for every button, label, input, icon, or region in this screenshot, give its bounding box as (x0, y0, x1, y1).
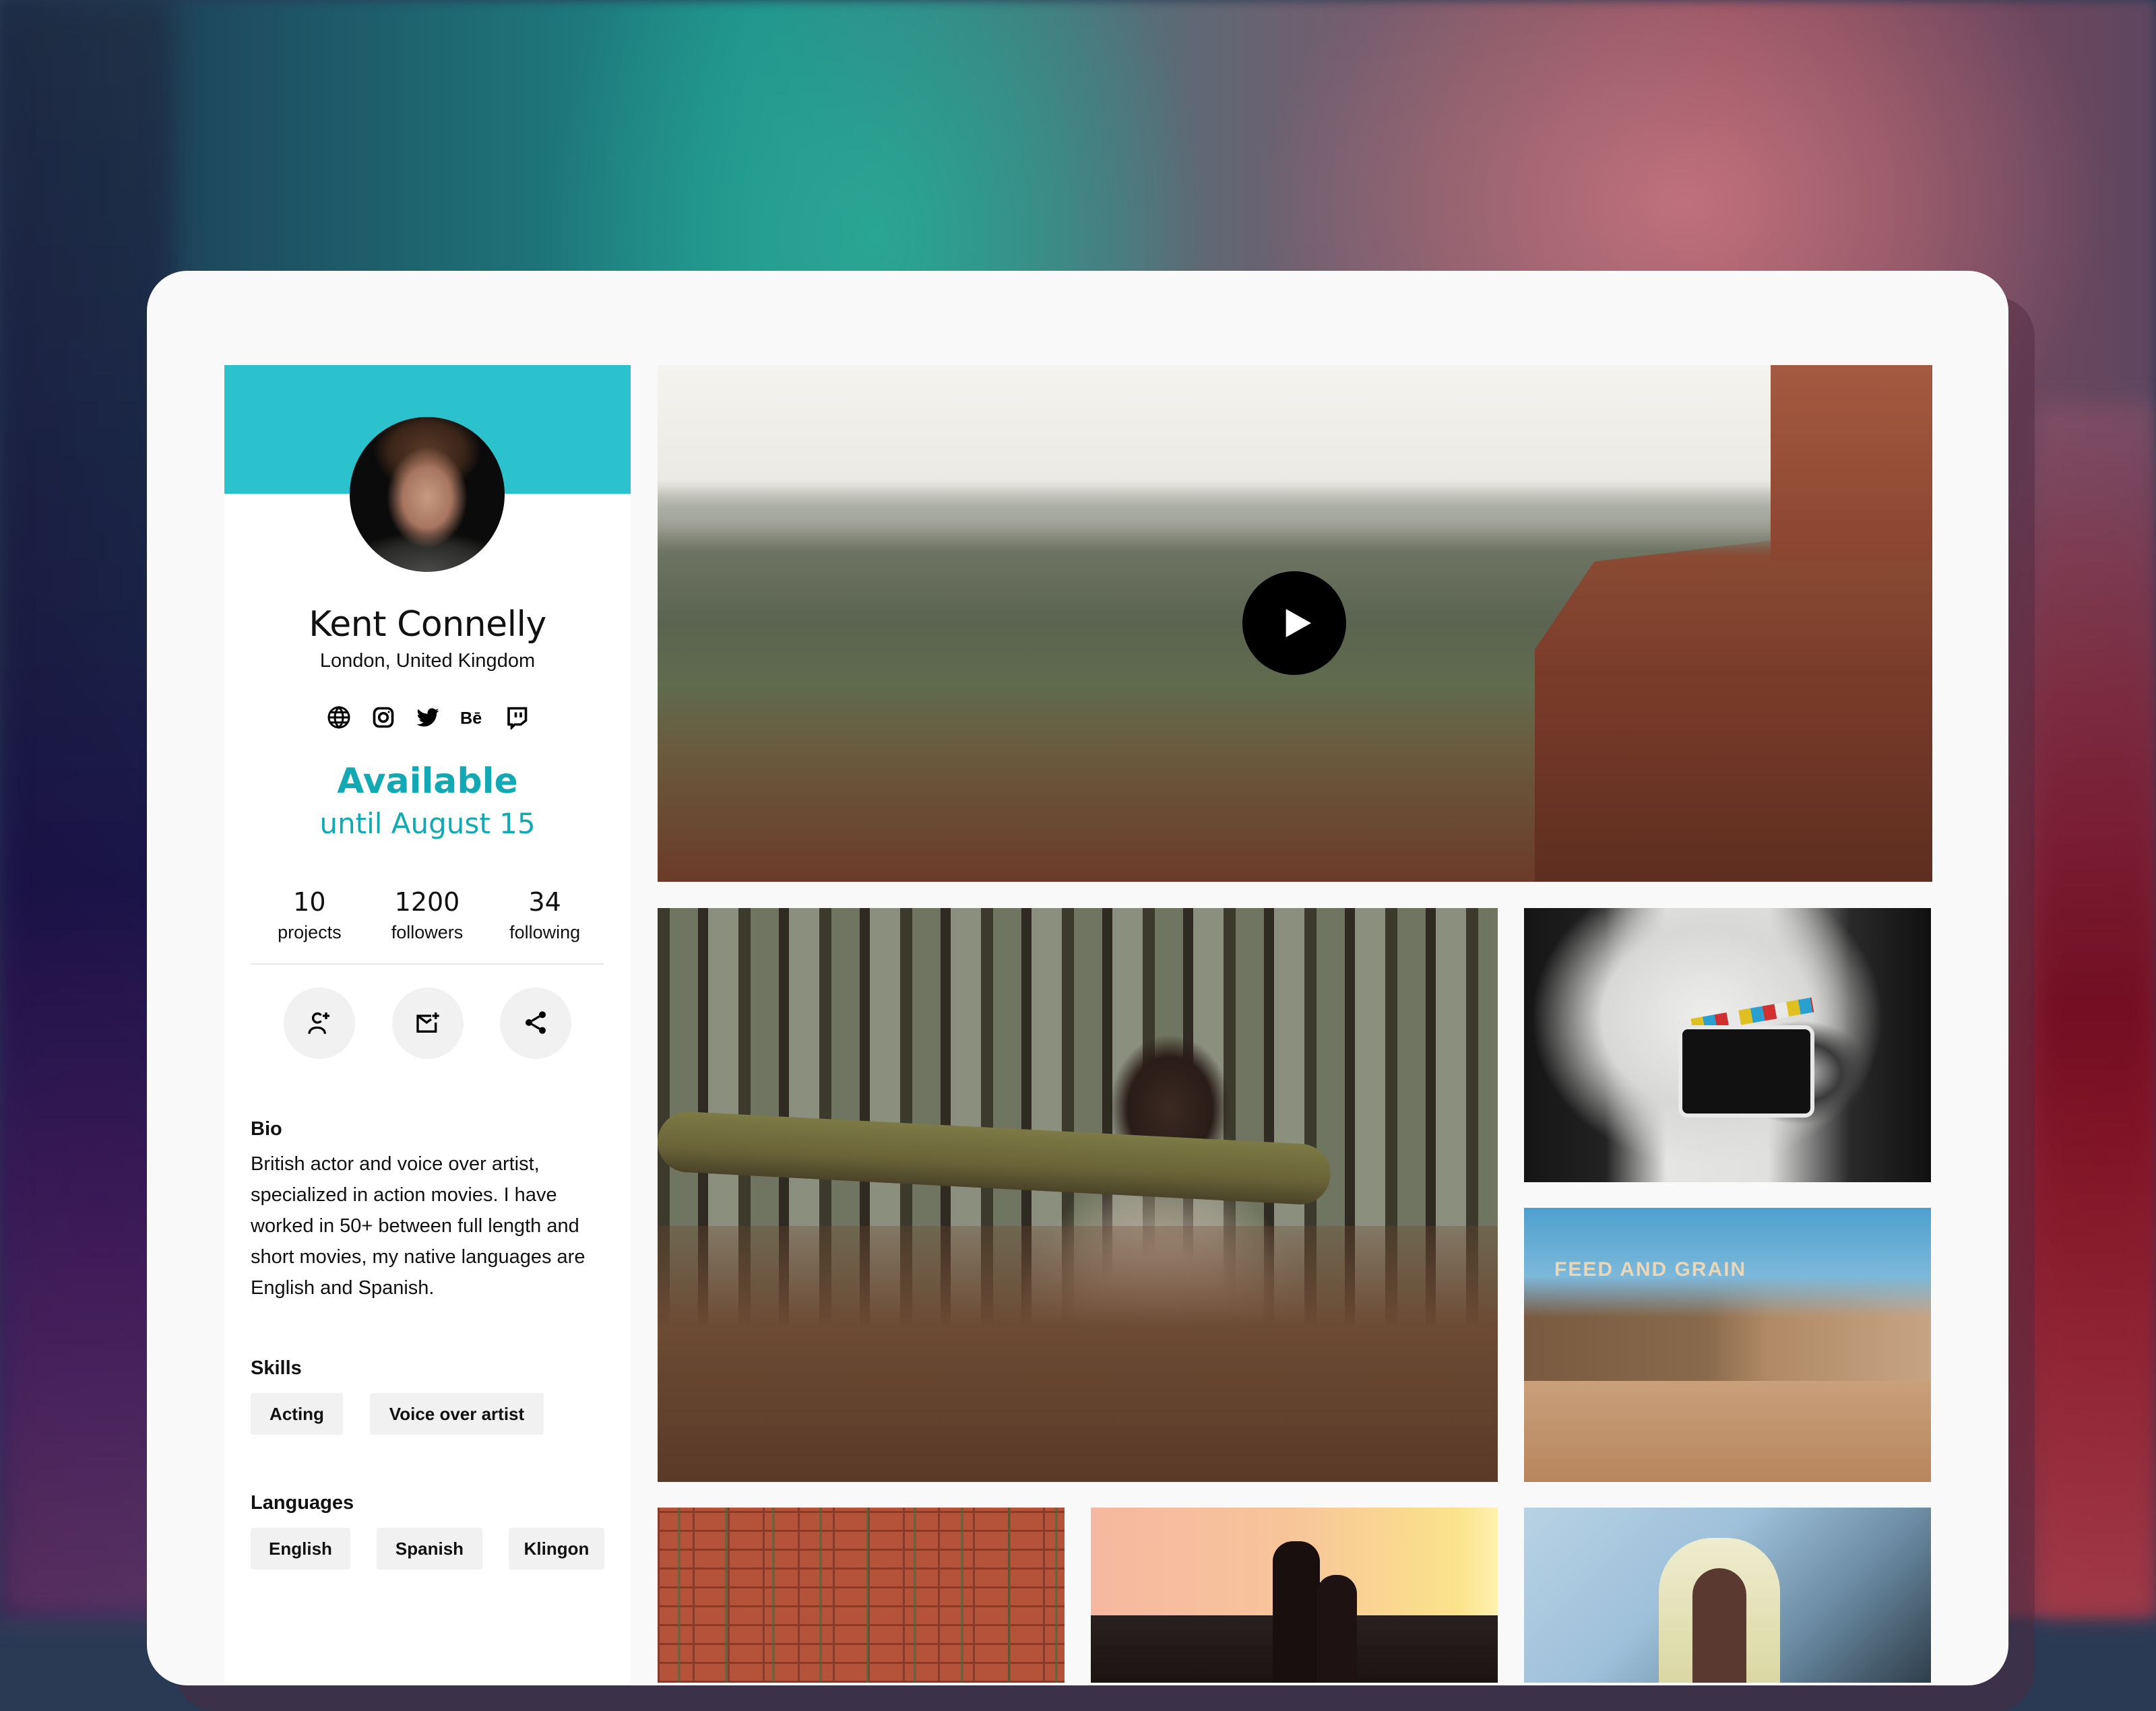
svg-text:Bē: Bē (460, 709, 482, 728)
profile-stats: 10 projects 1200 followers 34 following (251, 887, 604, 943)
gallery-image-clapper[interactable] (1524, 908, 1931, 1182)
language-chip[interactable]: Spanish (377, 1528, 482, 1570)
image-detail (1771, 365, 1932, 560)
share-icon (522, 1009, 549, 1038)
bio-text: British actor and voice over artist, spe… (251, 1153, 585, 1299)
profile-name: Kent Connelly (309, 604, 546, 645)
gallery-video-hero[interactable] (658, 365, 1932, 882)
bio-heading: Bio (251, 1118, 282, 1140)
divider (251, 963, 604, 965)
globe-icon[interactable] (327, 705, 351, 730)
profile-sidebar: Kent Connelly London, United Kingdom Bē … (224, 365, 631, 1685)
twitter-icon[interactable] (416, 705, 440, 730)
profile-card: Kent Connelly London, United Kingdom Bē … (147, 271, 2008, 1685)
image-detail (1273, 1541, 1320, 1683)
gallery-image-forest[interactable] (658, 908, 1498, 1482)
stat-label: followers (391, 922, 464, 942)
gallery-image-brick-wall[interactable] (658, 1508, 1065, 1683)
image-detail (658, 1508, 1065, 1683)
languages-heading: Languages (251, 1492, 354, 1514)
image-detail (658, 1110, 1332, 1206)
instagram-icon[interactable] (371, 705, 395, 730)
language-chip[interactable]: Klingon (509, 1528, 604, 1570)
western-sign: FEED AND GRAIN (1554, 1258, 1747, 1281)
availability-status: Available (337, 761, 518, 802)
stat-followers[interactable]: 1200 followers (369, 887, 486, 943)
stat-value: 10 (293, 887, 326, 917)
stat-value: 34 (528, 887, 561, 917)
image-detail (1317, 1575, 1357, 1683)
social-links: Bē (224, 705, 631, 730)
image-detail (1692, 1568, 1746, 1683)
gallery-image-sunset[interactable] (1091, 1508, 1498, 1683)
avatar (350, 417, 505, 572)
share-button[interactable] (500, 988, 571, 1059)
play-icon (1286, 609, 1311, 637)
stat-projects[interactable]: 10 projects (251, 887, 369, 943)
twitch-icon[interactable] (505, 705, 529, 730)
follow-user-icon (306, 1009, 333, 1038)
skills-heading: Skills (251, 1357, 302, 1379)
background-shape-right (2035, 404, 2156, 1617)
stat-label: projects (278, 922, 342, 942)
follow-button[interactable] (284, 988, 355, 1059)
image-detail (1682, 1029, 1810, 1113)
message-button[interactable] (392, 988, 464, 1059)
gallery-image-western-set[interactable]: FEED AND GRAIN (1524, 1208, 1931, 1482)
availability-until: until August 15 (319, 807, 536, 840)
image-detail (658, 1226, 1498, 1482)
skill-chip[interactable]: Acting (251, 1393, 343, 1435)
stat-following[interactable]: 34 following (486, 887, 604, 943)
gallery-image-hooded-figure[interactable] (1524, 1508, 1931, 1683)
profile-location: London, United Kingdom (319, 650, 536, 672)
language-chip[interactable]: English (251, 1528, 350, 1570)
behance-icon[interactable]: Bē (460, 705, 484, 730)
stat-label: following (509, 922, 581, 942)
image-detail (658, 486, 1932, 534)
stat-value: 1200 (394, 887, 460, 917)
skill-chip[interactable]: Voice over artist (370, 1393, 544, 1435)
play-button[interactable] (1242, 571, 1346, 675)
image-detail (1524, 1381, 1931, 1482)
add-message-icon (414, 1009, 441, 1038)
